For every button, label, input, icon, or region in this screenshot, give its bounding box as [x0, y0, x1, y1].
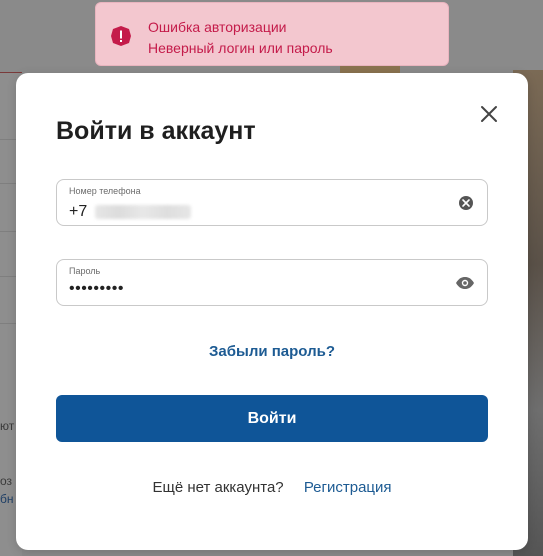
phone-number-blurred: [95, 205, 192, 219]
modal-title: Войти в аккаунт: [56, 117, 256, 145]
phone-field-label: Номер телефона: [69, 186, 141, 196]
password-field[interactable]: Пароль •••••••••: [56, 259, 488, 306]
eye-icon[interactable]: [455, 274, 475, 292]
password-field-label: Пароль: [69, 266, 101, 276]
close-icon[interactable]: [478, 103, 500, 125]
password-value[interactable]: •••••••••: [69, 280, 124, 298]
toast-message: Неверный логин или пароль: [148, 40, 333, 56]
register-link[interactable]: Регистрация: [304, 479, 392, 496]
toast-title: Ошибка авторизации: [148, 19, 287, 35]
register-row: Ещё нет аккаунта? Регистрация: [16, 479, 528, 496]
error-icon: [110, 25, 132, 47]
login-modal: Войти в аккаунт Номер телефона +7 Пароль…: [16, 73, 528, 550]
error-toast: Ошибка авторизации Неверный логин или па…: [95, 2, 449, 66]
phone-prefix: +7: [69, 203, 88, 220]
phone-field-value[interactable]: +7: [69, 203, 192, 221]
background-text: бн: [0, 492, 14, 506]
phone-field[interactable]: Номер телефона +7: [56, 179, 488, 226]
register-question: Ещё нет аккаунта?: [152, 479, 284, 496]
forgot-password-link[interactable]: Забыли пароль?: [16, 343, 528, 360]
login-button[interactable]: Войти: [56, 395, 488, 442]
background-text: ют: [0, 419, 15, 433]
clear-icon[interactable]: [457, 194, 475, 212]
background-text: оз: [0, 474, 13, 488]
